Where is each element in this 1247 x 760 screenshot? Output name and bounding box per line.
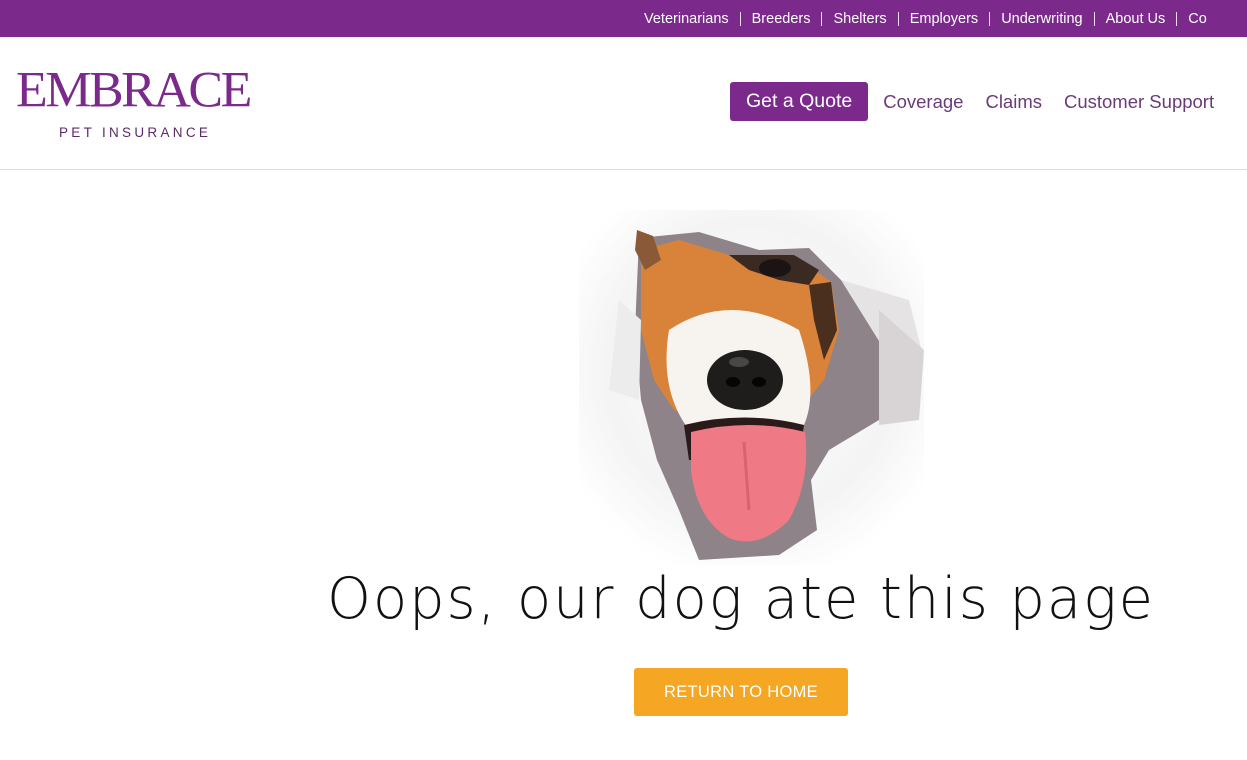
utility-bar: Veterinarians Breeders Shelters Employer…	[0, 0, 1247, 37]
embrace-logo[interactable]: EMBRACE PET INSURANCE	[16, 65, 266, 145]
main-nav: Get a Quote Coverage Claims Customer Sup…	[730, 82, 1221, 121]
utility-link-breeders[interactable]: Breeders	[739, 11, 822, 26]
nav-link-claims[interactable]: Claims	[985, 91, 1042, 113]
utility-link-contact[interactable]: Co	[1176, 11, 1218, 26]
return-to-home-button[interactable]: RETURN TO HOME	[634, 668, 848, 716]
utility-link-underwriting[interactable]: Underwriting	[989, 11, 1093, 26]
dog-image	[579, 210, 924, 565]
dog-through-paper-illustration	[579, 210, 924, 565]
logo-tagline: PET INSURANCE	[59, 125, 212, 140]
error-headline: Oops, our dog ate this page	[327, 566, 1155, 632]
get-a-quote-button[interactable]: Get a Quote	[730, 82, 869, 121]
utility-links: Veterinarians Breeders Shelters Employer…	[633, 0, 1218, 37]
utility-link-employers[interactable]: Employers	[897, 11, 990, 26]
site-header: EMBRACE PET INSURANCE Get a Quote Covera…	[0, 37, 1247, 170]
utility-link-about-us[interactable]: About Us	[1093, 11, 1177, 26]
nav-link-customer-support[interactable]: Customer Support	[1064, 91, 1214, 113]
utility-link-shelters[interactable]: Shelters	[821, 11, 897, 26]
utility-link-veterinarians[interactable]: Veterinarians	[633, 11, 740, 26]
logo-wordmark: EMBRACE	[16, 62, 252, 119]
nav-link-coverage[interactable]: Coverage	[883, 91, 963, 113]
